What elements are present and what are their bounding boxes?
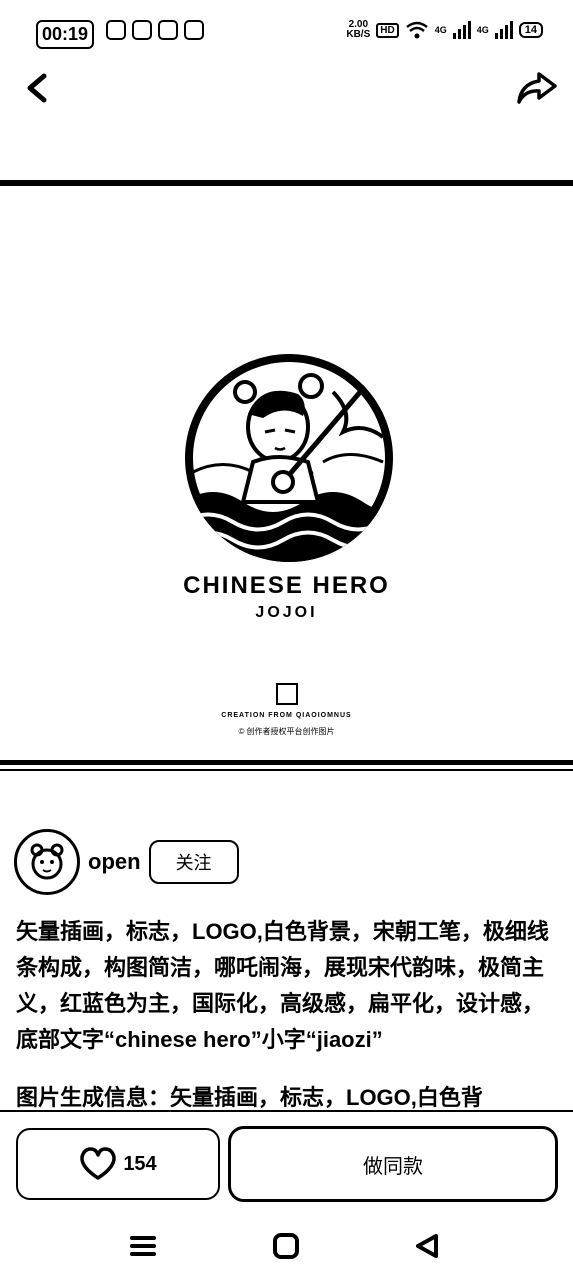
prompt-description: 矢量插画，标志，LOGO,白色背景，宋朝工笔，极细线条构成，构图简洁，哪吒闹海，… [16,919,549,1052]
network-type: 4G [434,25,447,35]
home-icon[interactable] [272,1232,300,1260]
artwork-subtitle: JOJOI [255,604,318,621]
author-name[interactable]: open [88,849,141,875]
bottom-action-bar: 154 做同款 [0,1110,573,1212]
back-button[interactable] [18,68,58,108]
follow-button[interactable]: 关注 [148,840,239,884]
notification-icons [106,20,204,40]
status-bar: 00:19 2.00 KB/S HD 4G 4G 14 [0,0,573,60]
qq-icon [184,20,204,40]
artwork-title: CHINESE HERO [183,572,390,599]
heart-icon [80,1147,117,1180]
artwork-credit-note: © 创作者授权平台创作图片 [238,727,335,736]
back-triangle-icon[interactable] [412,1232,442,1260]
status-indicators: 2.00 KB/S HD 4G 4G 14 [346,20,543,40]
signal-icon [452,21,471,39]
avatar-face-icon [30,843,64,880]
share-button[interactable] [513,68,559,108]
signal-icon [494,21,513,39]
share-arrow-icon [517,72,557,104]
make-same-style-button[interactable]: 做同款 [228,1126,558,1202]
like-count: 154 [123,1152,157,1175]
status-time: 00:19 [36,20,95,49]
menu-icon[interactable] [128,1234,158,1258]
network-type: 4G [476,25,489,35]
wechat-icon [106,20,126,40]
like-button[interactable]: 154 [16,1128,220,1200]
seal-stamp-icon [276,683,298,705]
network-speed: 2.00 KB/S [346,19,371,40]
app-icon [158,20,178,40]
avatar[interactable] [14,829,80,895]
top-nav [0,60,573,120]
system-navigation [0,1210,573,1280]
app-icon [132,20,152,40]
battery-indicator: 14 [518,22,543,38]
wifi-icon [405,21,428,39]
artwork-image[interactable]: CHINESE HERO JOJOI CREATION FROM QIAOIOM… [0,180,573,771]
hd-badge: HD [376,22,399,38]
artwork-credit: CREATION FROM QIAOIOMNUS [221,712,352,719]
chevron-left-icon [27,73,47,103]
author-row: open 关注 [14,828,239,896]
hero-emblem-illustration [185,354,393,562]
generation-info: 图片生成信息：矢量插画，标志，LOGO,白色背 [16,1085,483,1110]
